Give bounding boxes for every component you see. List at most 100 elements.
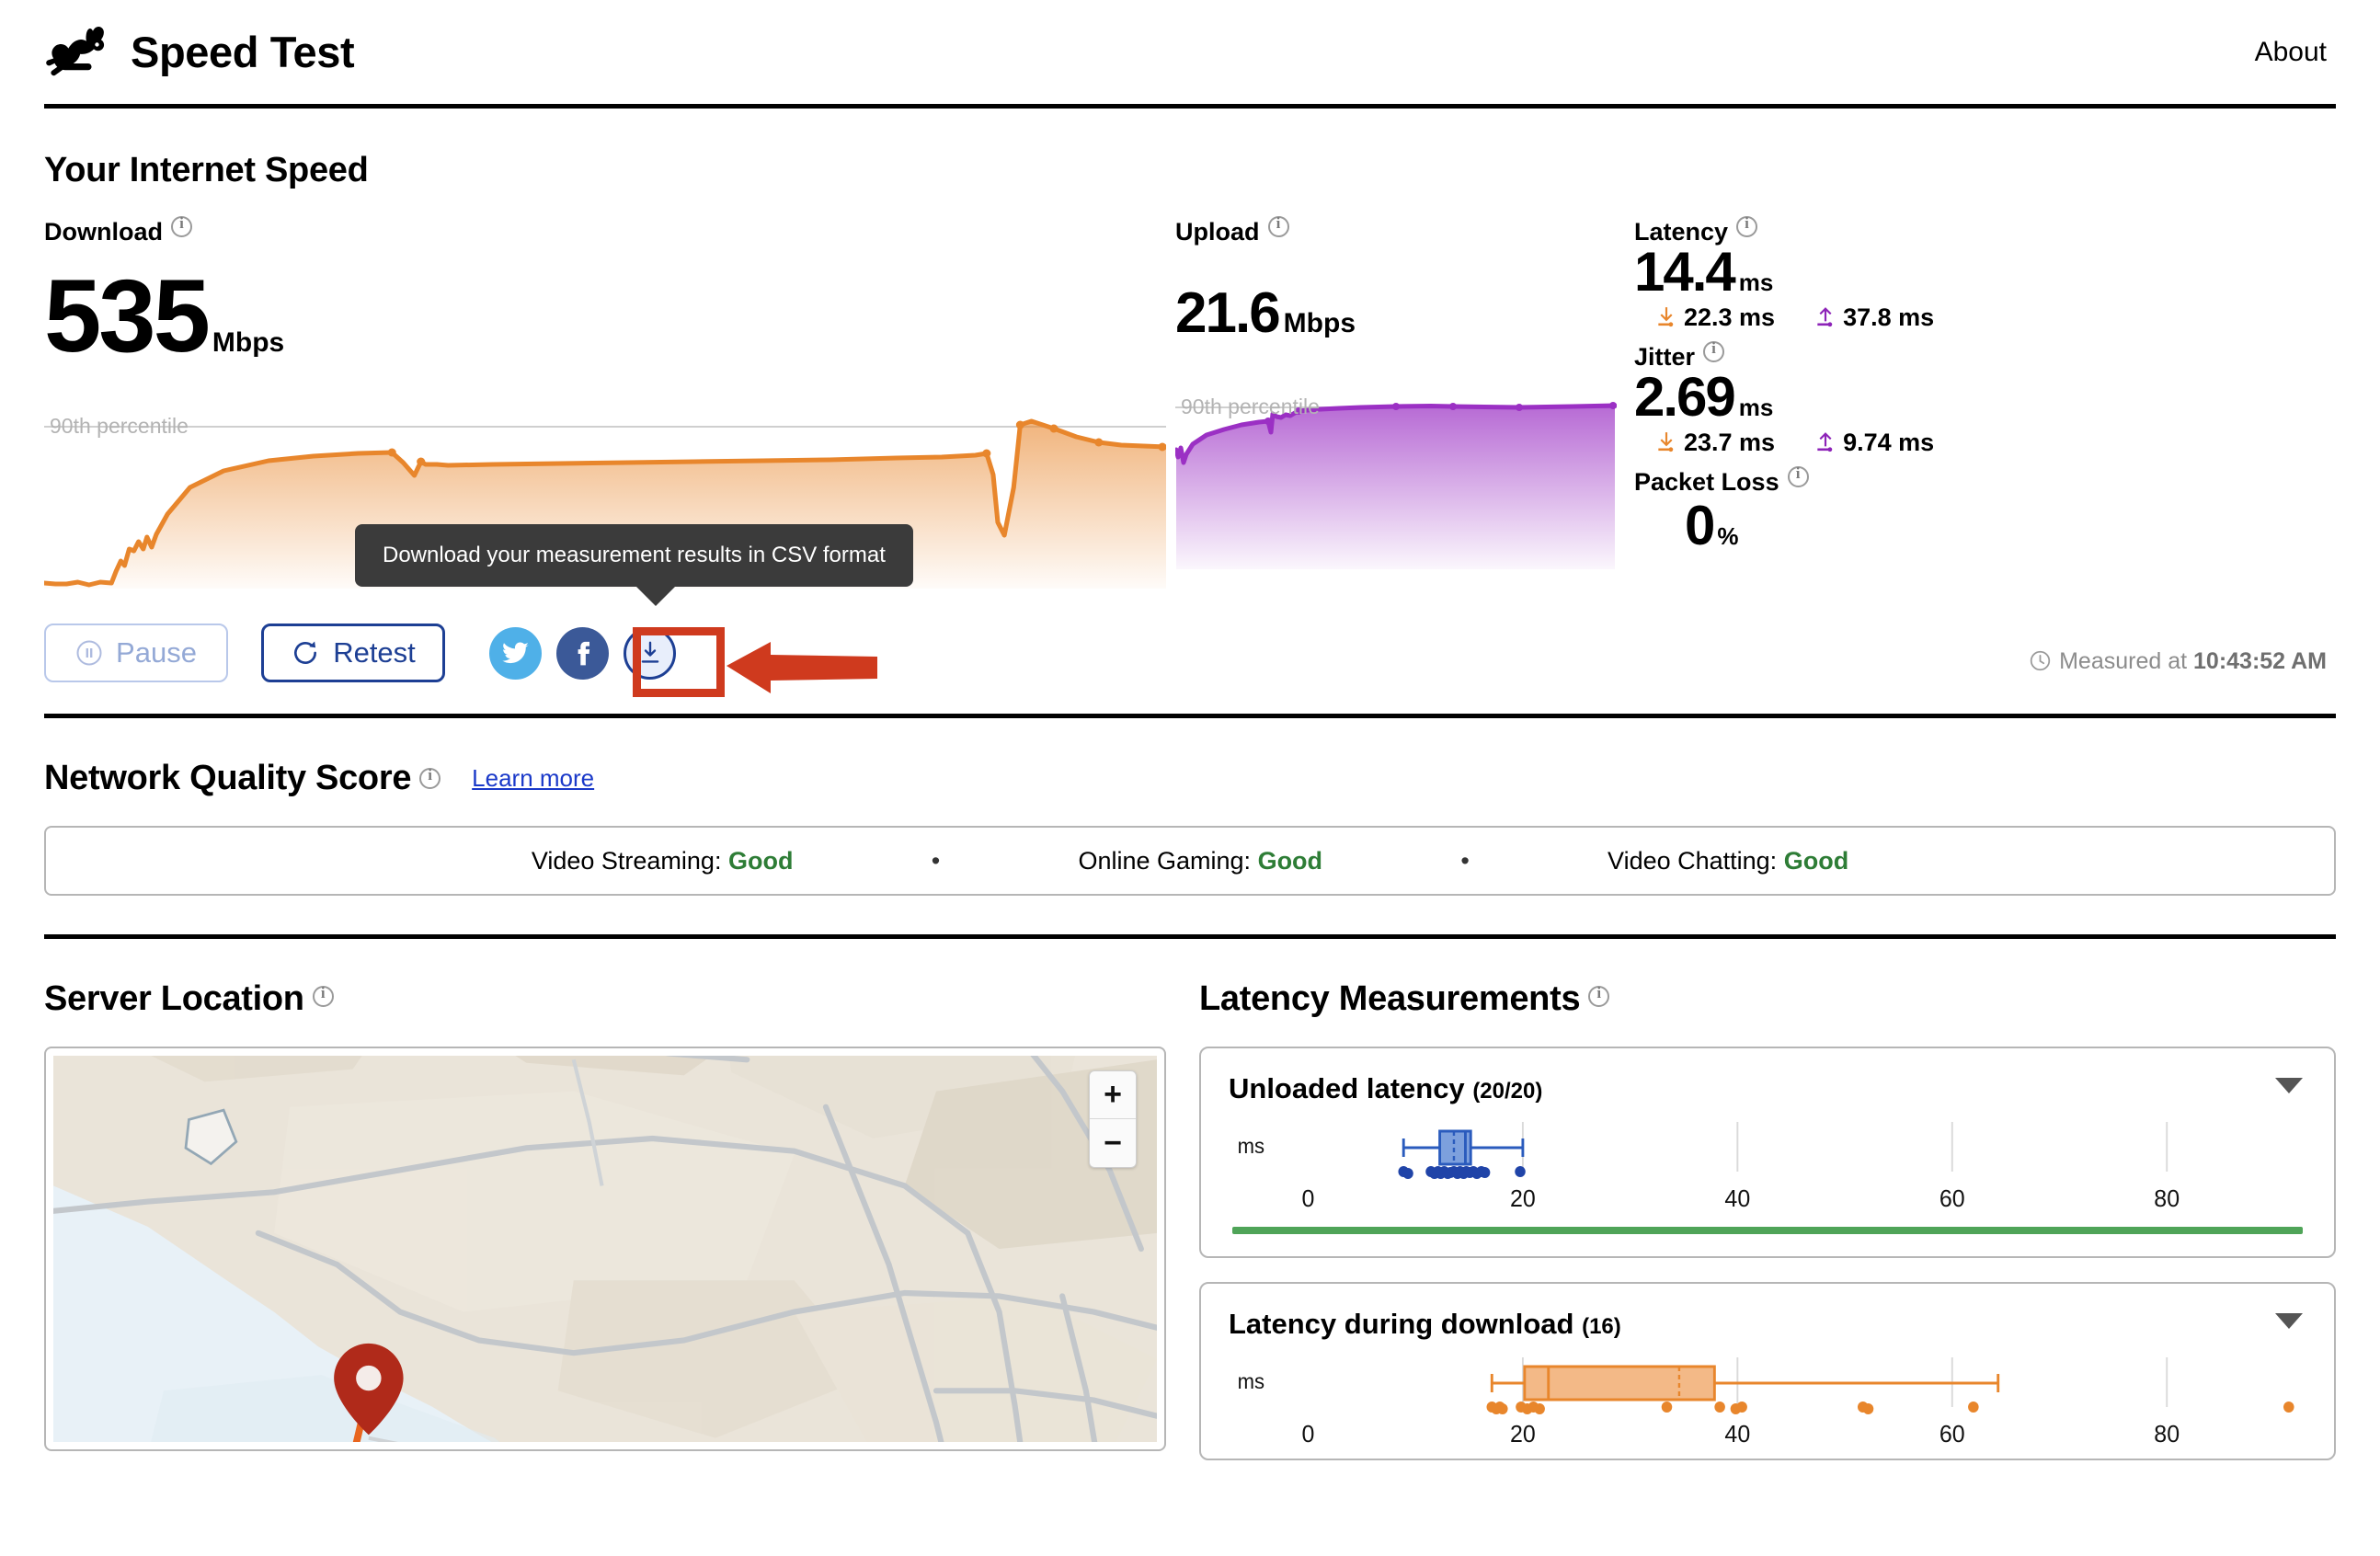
unloaded-latency-title: Unloaded latency (20/20) (1229, 1072, 1543, 1104)
pointer-arrow-icon (727, 642, 877, 693)
server-location-header: Server Location (44, 979, 1166, 1019)
nqs-online-gaming: Online Gaming: Good (1078, 846, 1323, 875)
nqs-separator: • (1460, 846, 1470, 875)
app-header: Speed Test About (44, 0, 2336, 109)
upload-arrow-icon (1817, 307, 1833, 327)
latency-measurements-section: Latency Measurements Unloaded latency (2… (1199, 979, 2336, 1460)
jitter-download-sub: 23.7 ms (1654, 429, 1775, 457)
svg-text:80: 80 (2154, 1422, 2180, 1448)
pause-button[interactable]: Pause (44, 624, 228, 682)
retest-button[interactable]: Retest (261, 624, 445, 682)
download-csv-button[interactable] (624, 626, 676, 680)
latency-metric: Latency 14.4ms 22.3 ms 37.8 ms (1634, 214, 2336, 332)
download-percentile-label: 90th percentile (50, 414, 189, 438)
info-icon[interactable] (1588, 984, 1610, 1007)
nqs-video-chatting: Video Chatting: Good (1608, 846, 1849, 875)
map[interactable]: + − (53, 1056, 1157, 1442)
map-zoom-in-button[interactable]: + (1090, 1071, 1136, 1119)
upload-arrow-icon (1817, 432, 1833, 452)
latency-during-download-boxplot: ms 0 20 40 60 80 (1238, 1357, 2294, 1448)
nqs-video-streaming: Video Streaming: Good (531, 846, 794, 875)
jitter-unit: ms (1738, 394, 1774, 421)
latency-during-download-title: Latency during download (16) (1229, 1308, 1621, 1340)
download-arrow-icon (1658, 307, 1674, 327)
share-buttons (489, 626, 676, 680)
jitter-metric: Jitter 2.69ms 23.7 ms 9.74 ms (1634, 339, 2336, 457)
download-value-row: 535 Mbps (44, 265, 1166, 368)
latency-measurements-header: Latency Measurements (1199, 979, 2336, 1019)
info-icon[interactable] (1736, 214, 1758, 237)
info-icon[interactable] (1267, 214, 1289, 237)
packet-loss-metric: Packet Loss 0% (1634, 464, 2336, 554)
page-title: Your Internet Speed (44, 151, 369, 189)
info-icon[interactable] (1703, 339, 1725, 362)
latency-upload-sub: 37.8 ms (1814, 303, 1934, 332)
jitter-sub-values: 23.7 ms 9.74 ms (1634, 429, 2336, 457)
nqs-online-gaming-value: Good (1257, 846, 1323, 875)
facebook-icon (578, 641, 590, 665)
nqs-video-streaming-value: Good (727, 846, 794, 875)
latency-download-sub: 22.3 ms (1654, 303, 1775, 332)
brand: Speed Test (44, 26, 355, 78)
svg-text:40: 40 (1724, 1186, 1750, 1213)
svg-text:20: 20 (1510, 1422, 1536, 1448)
latency-during-download-panel: Latency during download (16) ms 0 20 40 … (1199, 1282, 2336, 1460)
svg-text:ms: ms (1238, 1135, 1264, 1158)
jitter-value-row: 2.69 ms (1634, 370, 2336, 425)
upload-metric: Upload 21.6Mbps 90th percentile (1175, 214, 1617, 589)
latency-sub-values: 22.3 ms 37.8 ms (1634, 303, 2336, 332)
map-svg (53, 1056, 1157, 1442)
map-zoom-out-button[interactable]: − (1090, 1119, 1136, 1167)
download-arrow-icon (1658, 432, 1674, 452)
svg-text:ms: ms (1238, 1370, 1264, 1393)
learn-more-link[interactable]: Learn more (472, 764, 594, 793)
svg-text:60: 60 (1939, 1186, 1965, 1213)
clock-icon (2030, 650, 2051, 671)
upload-percentile-label: 90th percentile (1181, 395, 1320, 418)
about-link[interactable]: About (2255, 37, 2336, 68)
info-icon[interactable] (312, 984, 334, 1007)
refresh-icon (294, 641, 317, 664)
twitter-share-button[interactable] (489, 626, 542, 680)
download-value: 535 (44, 258, 211, 373)
unloaded-latency-count: (20/20) (1472, 1079, 1543, 1104)
csv-tooltip: Download your measurement results in CSV… (355, 524, 913, 606)
server-location-title: Server Location (44, 979, 304, 1018)
download-icon (641, 641, 658, 663)
latency-unit: ms (1738, 269, 1774, 296)
info-icon[interactable] (171, 214, 192, 237)
info-icon[interactable] (1787, 464, 1809, 487)
latency-value-row: 14.4 ms (1634, 245, 2336, 300)
packet-loss-unit: % (1717, 522, 1739, 550)
quality-indicator-bar (1232, 1227, 2303, 1234)
speed-test-page: Speed Test About Your Internet Speed Dow… (0, 0, 2380, 1556)
map-card: + − (44, 1047, 1166, 1451)
upload-chart: 90th percentile (1175, 385, 1617, 569)
svg-text:0: 0 (1302, 1422, 1315, 1448)
chevron-down-icon[interactable] (2275, 1313, 2303, 1329)
latency-measurements-title: Latency Measurements (1199, 979, 1581, 1018)
upload-label: Upload (1175, 214, 1617, 246)
network-metrics-column: Latency 14.4ms 22.3 ms 37.8 ms (1618, 214, 2336, 589)
map-zoom-controls: + − (1089, 1070, 1137, 1168)
latency-during-download-plot: ms 0 20 40 60 80 (1229, 1350, 2306, 1449)
rabbit-icon (44, 26, 110, 78)
server-location-section: Server Locationi + − (44, 979, 1166, 1460)
nqs-separator: • (931, 846, 941, 875)
svg-text:0: 0 (1302, 1186, 1315, 1213)
network-quality-section: Network Quality Score Learn more Video S… (44, 718, 2336, 939)
jitter-upload-sub: 9.74 ms (1814, 429, 1934, 457)
measured-at: Measured at 10:43:52 AM (2029, 648, 2327, 675)
unloaded-latency-plot: ms 0 20 40 60 80 (1229, 1115, 2306, 1214)
upload-unit: Mbps (1283, 308, 1356, 338)
facebook-share-button[interactable] (556, 626, 609, 680)
internet-speed-section: Your Internet Speed Download 535Mbps 90t… (44, 109, 2336, 718)
info-icon[interactable] (419, 766, 441, 789)
download-unit: Mbps (212, 327, 285, 358)
unloaded-latency-boxplot: ms 0 20 40 60 80 (1238, 1122, 2180, 1213)
network-quality-header: Network Quality Score Learn more (44, 759, 2336, 798)
network-quality-card: Video Streaming: Good • Online Gaming: G… (44, 826, 2336, 896)
bottom-sections: Server Locationi + − Latency Measurement… (44, 939, 2336, 1460)
chevron-down-icon[interactable] (2275, 1078, 2303, 1093)
